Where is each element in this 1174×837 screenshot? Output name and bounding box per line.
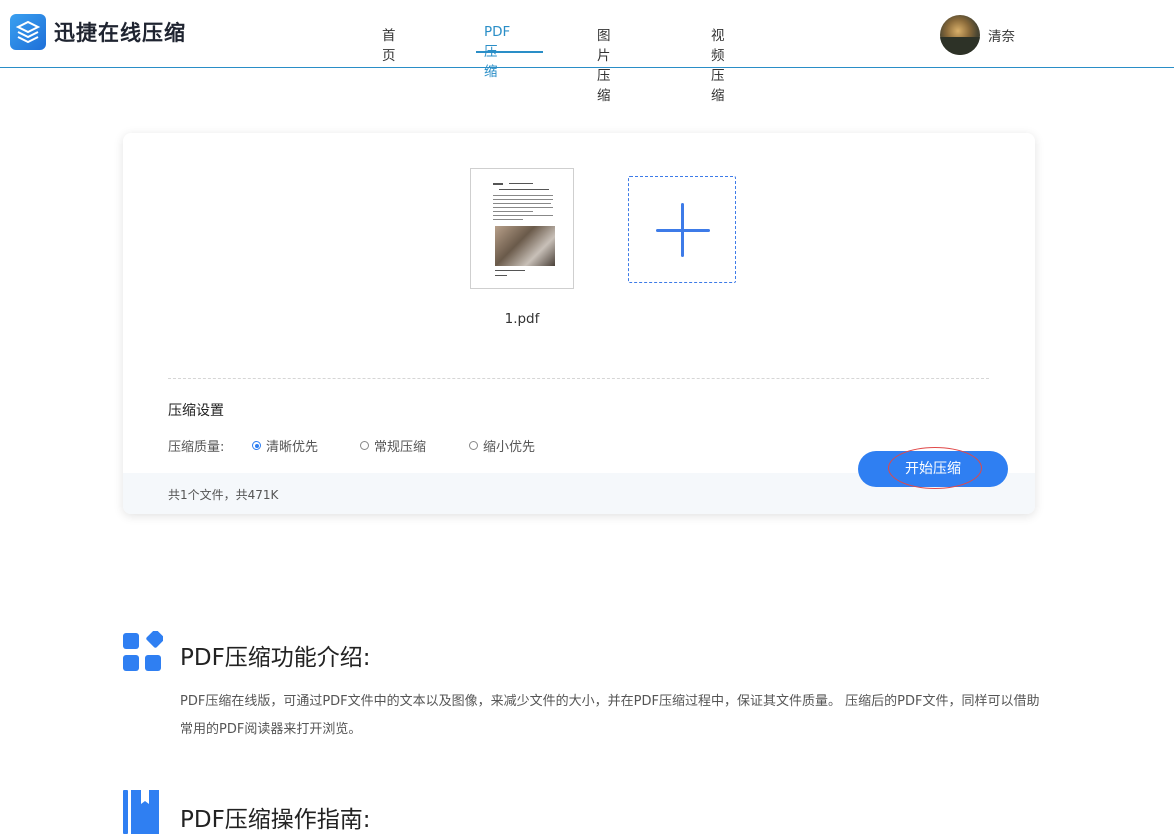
guide-title: PDF压缩操作指南: <box>180 807 371 833</box>
user-name[interactable]: 清奈 <box>988 25 1015 45</box>
settings-title: 压缩设置 <box>168 403 224 419</box>
radio-smaller-first[interactable]: 缩小优先 <box>469 436 535 455</box>
pdf-thumbnail-image <box>495 226 555 266</box>
intro-title: PDF压缩功能介绍: <box>180 645 371 671</box>
divider <box>168 378 989 379</box>
logo-icon <box>10 14 46 50</box>
radio-unchecked-icon <box>469 441 478 450</box>
highlight-ring <box>888 447 982 489</box>
upload-card: 1.pdf 压缩设置 压缩质量: 清晰优先 常规压缩 缩小优先 共1个文件，共4… <box>123 133 1035 514</box>
nav-video-compress[interactable]: 视频压缩 <box>711 24 725 104</box>
feature-grid-icon <box>123 631 163 671</box>
radio-checked-icon <box>252 441 261 450</box>
radio-unchecked-icon <box>360 441 369 450</box>
avatar[interactable] <box>940 15 980 55</box>
logo-text: 迅捷在线压缩 <box>54 21 186 45</box>
intro-description: PDF压缩在线版，可通过PDF文件中的文本以及图像，来减少文件的大小，并在PDF… <box>180 694 1040 737</box>
nav-home[interactable]: 首页 <box>382 24 396 64</box>
file-summary: 共1个文件，共471K <box>168 488 279 502</box>
pdf-thumbnail[interactable] <box>470 168 574 289</box>
file-name: 1.pdf <box>504 311 540 327</box>
nav-image-compress[interactable]: 图片压缩 <box>597 24 611 104</box>
radio-clarity-first[interactable]: 清晰优先 <box>252 436 318 455</box>
add-file-button[interactable] <box>628 176 736 283</box>
site-logo[interactable]: 迅捷在线压缩 <box>10 14 186 50</box>
top-header: 迅捷在线压缩 首页 PDF压缩 图片压缩 视频压缩 清奈 <box>0 0 1174 104</box>
radio-normal-compress[interactable]: 常规压缩 <box>360 436 426 455</box>
start-compress-button[interactable]: 开始压缩 <box>858 447 1008 489</box>
nav-active-underline <box>476 51 543 53</box>
book-icon <box>123 790 159 834</box>
user-menu[interactable]: 清奈 <box>940 15 1015 55</box>
quality-label: 压缩质量: <box>168 440 225 455</box>
